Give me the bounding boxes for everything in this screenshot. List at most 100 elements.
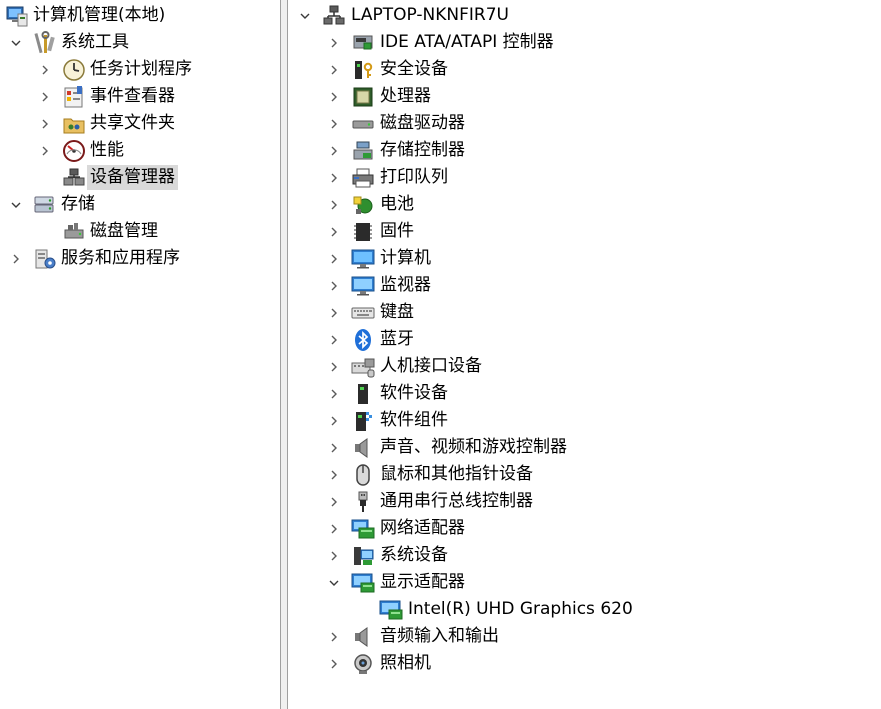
chevron-down-icon[interactable]: [326, 569, 342, 596]
tree-item-label: 通用串行总线控制器: [380, 491, 533, 511]
task-scheduler-icon: [61, 57, 87, 83]
tree-item-4[interactable]: 共享文件夹: [0, 110, 280, 137]
device-category-2[interactable]: 安全设备: [288, 56, 881, 83]
tree-root-computer-management[interactable]: 计算机管理(本地): [0, 2, 280, 29]
chevron-right-icon[interactable]: [37, 83, 53, 110]
chevron-down-icon[interactable]: [8, 191, 24, 218]
tree-item-label: 任务计划程序: [90, 59, 192, 79]
tree-item-6[interactable]: 设备管理器: [0, 164, 280, 191]
device-tree-pane[interactable]: LAPTOP-NKNFIR7U IDE ATA/ATAPI 控制器 安全设备处理器磁…: [288, 0, 881, 709]
device-category-8[interactable]: 固件: [288, 218, 881, 245]
tree-item-label: 存储: [61, 194, 95, 214]
storage-icon: [32, 192, 58, 218]
tree-item-label: 安全设备: [380, 59, 448, 79]
chevron-right-icon[interactable]: [326, 56, 342, 83]
chevron-right-icon[interactable]: [37, 137, 53, 164]
device-category-15[interactable]: 软件组件: [288, 407, 881, 434]
chevron-right-icon[interactable]: [326, 299, 342, 326]
device-category-23[interactable]: 照相机: [288, 650, 881, 677]
device-category-14[interactable]: 软件设备: [288, 380, 881, 407]
chevron-right-icon[interactable]: [326, 380, 342, 407]
chevron-right-icon[interactable]: [326, 407, 342, 434]
pane-splitter[interactable]: [280, 0, 288, 709]
tree-item-3[interactable]: 事件查看器: [0, 83, 280, 110]
chevron-right-icon[interactable]: [326, 218, 342, 245]
chevron-right-icon[interactable]: [326, 488, 342, 515]
chevron-right-icon[interactable]: [326, 164, 342, 191]
tree-item-7[interactable]: 存储: [0, 191, 280, 218]
device-category-3[interactable]: 处理器: [288, 83, 881, 110]
chevron-right-icon[interactable]: [326, 434, 342, 461]
usb-icon: [350, 489, 376, 515]
chevron-right-icon[interactable]: [326, 191, 342, 218]
software-device-icon: [350, 381, 376, 407]
keyboard-icon: [350, 300, 376, 326]
chevron-right-icon[interactable]: [37, 110, 53, 137]
tree-item-label: 存储控制器: [380, 140, 465, 160]
device-category-1[interactable]: IDE ATA/ATAPI 控制器: [288, 29, 881, 56]
tree-item-label: 设备管理器: [87, 165, 178, 190]
device-category-22[interactable]: 音频输入和输出: [288, 623, 881, 650]
tree-item-label: 键盘: [380, 302, 414, 322]
device-category-11[interactable]: 键盘: [288, 299, 881, 326]
chevron-right-icon[interactable]: [326, 353, 342, 380]
tree-item-label: 处理器: [380, 86, 431, 106]
storage-controller-icon: [350, 138, 376, 164]
chevron-down-icon[interactable]: [8, 29, 24, 56]
display-adapter-icon: [350, 570, 376, 596]
device-category-4[interactable]: 磁盘驱动器: [288, 110, 881, 137]
device-category-6[interactable]: 打印队列: [288, 164, 881, 191]
chevron-right-icon[interactable]: [326, 623, 342, 650]
chevron-right-icon[interactable]: [326, 650, 342, 677]
chevron-right-icon[interactable]: [37, 56, 53, 83]
device-category-9[interactable]: 计算机: [288, 245, 881, 272]
tree-item-2[interactable]: 任务计划程序: [0, 56, 280, 83]
tree-item-1[interactable]: 系统工具: [0, 29, 280, 56]
chevron-right-icon[interactable]: [326, 461, 342, 488]
chevron-right-icon[interactable]: [326, 83, 342, 110]
device-category-18[interactable]: 通用串行总线控制器: [288, 488, 881, 515]
tree-item-label: 服务和应用程序: [61, 248, 180, 268]
tree-item-label: 计算机管理(本地): [33, 5, 166, 25]
device-category-20[interactable]: 系统设备: [288, 542, 881, 569]
tree-item-label: 软件组件: [380, 410, 448, 430]
chevron-right-icon[interactable]: [8, 245, 24, 272]
processor-icon: [350, 84, 376, 110]
event-viewer-icon: [61, 84, 87, 110]
device-item-21-1[interactable]: Intel(R) UHD Graphics 620: [288, 596, 881, 623]
tree-item-label: 音频输入和输出: [380, 626, 499, 646]
device-category-16[interactable]: 声音、视频和游戏控制器: [288, 434, 881, 461]
device-category-5[interactable]: 存储控制器: [288, 137, 881, 164]
console-tree-pane[interactable]: 计算机管理(本地) 系统工具任务计划程序事件查看器共享文件夹性能 设备管理器存储磁盘…: [0, 0, 280, 709]
battery-icon: [350, 192, 376, 218]
device-tree-root[interactable]: LAPTOP-NKNFIR7U: [288, 2, 881, 29]
tree-item-label: IDE ATA/ATAPI 控制器: [380, 32, 554, 52]
tree-item-8[interactable]: 磁盘管理: [0, 218, 280, 245]
tree-item-label: Intel(R) UHD Graphics 620: [408, 599, 633, 619]
chevron-down-icon[interactable]: [297, 2, 313, 29]
chevron-right-icon[interactable]: [326, 110, 342, 137]
chevron-right-icon[interactable]: [326, 272, 342, 299]
tree-item-9[interactable]: 服务和应用程序: [0, 245, 280, 272]
chevron-right-icon[interactable]: [326, 515, 342, 542]
device-category-7[interactable]: 电池: [288, 191, 881, 218]
shared-folders-icon: [61, 111, 87, 137]
device-category-13[interactable]: 人机接口设备: [288, 353, 881, 380]
device-category-17[interactable]: 鼠标和其他指针设备: [288, 461, 881, 488]
device-category-21[interactable]: 显示适配器: [288, 569, 881, 596]
device-category-10[interactable]: 监视器: [288, 272, 881, 299]
chevron-right-icon[interactable]: [326, 137, 342, 164]
chevron-right-icon[interactable]: [326, 245, 342, 272]
device-category-12[interactable]: 蓝牙: [288, 326, 881, 353]
network-adapter-icon: [350, 516, 376, 542]
tree-item-label: 共享文件夹: [90, 113, 175, 133]
firmware-icon: [350, 219, 376, 245]
chevron-right-icon[interactable]: [326, 326, 342, 353]
tree-item-5[interactable]: 性能: [0, 137, 280, 164]
tree-item-label: 蓝牙: [380, 329, 414, 349]
tree-item-label: 固件: [380, 221, 414, 241]
chevron-right-icon[interactable]: [326, 29, 342, 56]
device-category-19[interactable]: 网络适配器: [288, 515, 881, 542]
ide-controller-icon: [350, 30, 376, 56]
chevron-right-icon[interactable]: [326, 542, 342, 569]
